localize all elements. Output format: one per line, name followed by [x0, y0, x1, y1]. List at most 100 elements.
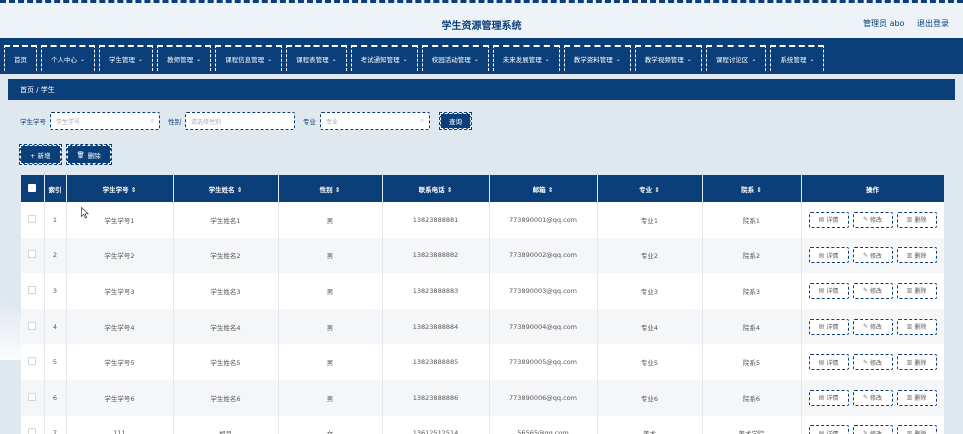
major-input[interactable]: 专业 ⌕ — [320, 112, 430, 130]
pencil-icon: ✎ — [862, 429, 868, 434]
table-cell: 13823888881 — [382, 202, 490, 238]
add-button[interactable]: + 新增 — [19, 144, 62, 165]
trash-icon: 🗑 — [76, 150, 85, 159]
row-checkbox[interactable] — [21, 202, 45, 238]
table-cell: 111 — [66, 415, 174, 434]
column-header-7[interactable]: 院系 ⇕ — [702, 175, 802, 202]
table-cell: 13823888884 — [382, 308, 490, 345]
row-checkbox[interactable] — [21, 273, 45, 309]
main-nav: 首页 个人中心 ⌄ 学生管理 ⌄ 教师管理 ⌄ 课程信息管理 ⌄ 课程表管理 ⌄ 考试通知管理 ⌄ 校园活… — [0, 38, 963, 74]
detail-button[interactable]: ▤详情 — [808, 389, 849, 406]
table-cell: 5 — [44, 344, 67, 380]
table-cell: 美术学院 — [702, 415, 802, 434]
table-cell: 4 — [44, 308, 67, 345]
column-header-8: 操作 — [801, 175, 944, 202]
remove-button[interactable]: ▥删除 — [896, 354, 937, 371]
table-cell: 男 — [278, 379, 383, 416]
remove-button[interactable]: ▥删除 — [896, 247, 937, 264]
detail-button[interactable]: ▤详情 — [808, 211, 849, 228]
pencil-icon: ✎ — [862, 358, 868, 366]
column-header-4[interactable]: 联系电话 ⇕ — [382, 175, 490, 202]
chevron-down-icon: ⌄ — [751, 55, 757, 63]
row-checkbox[interactable] — [21, 237, 45, 274]
nav-item-3[interactable]: 教师管理 ⌄ — [157, 45, 212, 71]
table-row: 2 学生学号2 学生姓名2 男 13823888882 773890002@qq.com 专… — [21, 237, 944, 274]
decorative-wave — [0, 300, 22, 360]
column-header-5[interactable]: 邮箱 ⇕ — [489, 175, 598, 202]
user-bar: 管理员 abo 退出登录 — [853, 18, 949, 29]
column-header-0: 索引 — [44, 175, 67, 202]
remove-button[interactable]: ▥删除 — [896, 389, 937, 406]
edit-button[interactable]: ✎修改 — [852, 318, 893, 335]
detail-button[interactable]: ▤详情 — [808, 354, 849, 371]
column-header-1[interactable]: 学生学号 ⇕ — [66, 175, 174, 202]
student-no-input[interactable]: 学生学号 ⌕ — [50, 112, 160, 130]
remove-button[interactable]: ▥删除 — [896, 211, 937, 228]
select-all-checkbox[interactable] — [21, 175, 45, 202]
table-header: 索引 学生学号 ⇕ 学生姓名 ⇕ 性别 ⇕ 联系电话 ⇕ 邮箱 ⇕ 专业 ⇕ 院系 ⇕ 操作 — [21, 175, 944, 202]
gender-select[interactable]: 请选择性别 — [185, 112, 295, 130]
table-cell: 13612512514 — [382, 415, 490, 434]
nav-item-5[interactable]: 课程表管理 ⌄ — [286, 45, 347, 71]
row-checkbox[interactable] — [21, 415, 45, 434]
detail-button[interactable]: ▤详情 — [808, 247, 849, 264]
nav-item-7[interactable]: 校园活动管理 ⌄ — [421, 45, 489, 71]
chevron-down-icon: ⌄ — [615, 55, 621, 63]
table-cell: 学生姓名4 — [173, 308, 279, 345]
nav-item-11[interactable]: 课程讨论区 ⌄ — [705, 45, 767, 71]
user-name: 管理员 abo — [863, 19, 905, 28]
nav-item-4[interactable]: 课程信息管理 ⌄ — [215, 45, 283, 71]
nav-item-10[interactable]: 教学视频管理 ⌄ — [634, 45, 702, 71]
table-cell: 专业1 — [597, 202, 703, 238]
edit-button[interactable]: ✎修改 — [852, 282, 893, 299]
edit-button[interactable]: ✎修改 — [852, 211, 893, 228]
table-cell: 男 — [278, 344, 383, 380]
remove-button[interactable]: ▥删除 — [896, 282, 937, 299]
student-table: 索引 学生学号 ⇕ 学生姓名 ⇕ 性别 ⇕ 联系电话 ⇕ 邮箱 ⇕ 专业 ⇕ 院系 ⇕ 操作 1… — [21, 175, 944, 434]
table-cell: 胡月 — [173, 415, 279, 434]
remove-button[interactable]: ▥删除 — [896, 318, 937, 335]
row-checkbox[interactable] — [21, 344, 45, 380]
table-cell: 学生姓名2 — [173, 237, 279, 274]
nav-item-0[interactable]: 首页 — [4, 45, 37, 71]
table-cell: 美术 — [597, 415, 703, 434]
nav-item-6[interactable]: 考试通知管理 ⌄ — [350, 45, 418, 71]
row-checkbox[interactable] — [21, 379, 45, 416]
detail-button[interactable]: ▤详情 — [808, 425, 849, 434]
detail-button[interactable]: ▤详情 — [808, 318, 849, 335]
nav-item-8[interactable]: 未来发展管理 ⌄ — [492, 45, 560, 71]
breadcrumb: 首页 / 学生 — [8, 79, 955, 100]
delete-button[interactable]: 🗑 删除 — [65, 144, 112, 165]
nav-item-2[interactable]: 学生管理 ⌄ — [99, 45, 154, 71]
chevron-down-icon: ⌄ — [331, 55, 337, 63]
table-cell: 学生姓名3 — [173, 273, 279, 309]
table-cell: 3 — [44, 273, 67, 309]
table-cell: 专业6 — [597, 379, 703, 416]
trash-icon: ▥ — [906, 358, 913, 366]
row-actions: ▤详情✎修改▥删除 — [801, 202, 944, 238]
search-label-major: 专业 — [303, 118, 316, 126]
nav-item-9[interactable]: 教学资料管理 ⌄ — [563, 45, 631, 71]
column-header-6[interactable]: 专业 ⇕ — [597, 175, 703, 202]
table-cell: 56565@qq.com — [489, 415, 598, 434]
edit-button[interactable]: ✎修改 — [852, 389, 893, 406]
edit-button[interactable]: ✎修改 — [852, 354, 893, 371]
table-cell: 7 — [44, 415, 67, 434]
logout-link[interactable]: 退出登录 — [917, 19, 949, 28]
row-actions: ▤详情✎修改▥删除 — [801, 415, 944, 434]
column-header-3[interactable]: 性别 ⇕ — [278, 175, 383, 202]
table-row: 4 学生学号4 学生姓名4 男 13823888884 773890004@qq.com 专… — [21, 308, 944, 345]
nav-item-12[interactable]: 系统管理 ⌄ — [770, 45, 825, 71]
column-header-2[interactable]: 学生姓名 ⇕ — [173, 175, 279, 202]
edit-button[interactable]: ✎修改 — [852, 247, 893, 264]
nav-item-1[interactable]: 个人中心 ⌄ — [41, 45, 96, 71]
query-button[interactable]: 查询 — [439, 112, 472, 130]
table-cell: 2 — [44, 237, 67, 274]
trash-icon: ▥ — [906, 323, 913, 331]
detail-button[interactable]: ▤详情 — [808, 282, 849, 299]
table-cell: 男 — [278, 237, 383, 274]
search-bar: 学生学号 学生学号 ⌕ 性别 请选择性别 专业 专业 ⌕ 查询 — [20, 112, 472, 130]
edit-button[interactable]: ✎修改 — [852, 425, 893, 434]
remove-button[interactable]: ▥删除 — [896, 425, 937, 434]
row-checkbox[interactable] — [21, 308, 45, 345]
